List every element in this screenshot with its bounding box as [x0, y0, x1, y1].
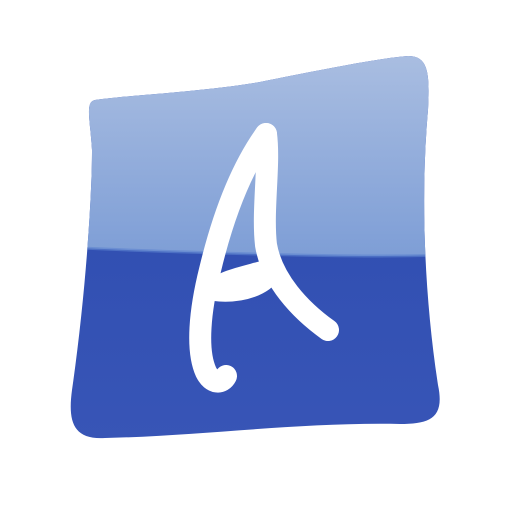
icon-stage [0, 0, 512, 512]
tile-lower-fill [70, 56, 440, 439]
letter-a-app-icon [70, 56, 440, 439]
icon-tile [70, 56, 440, 439]
